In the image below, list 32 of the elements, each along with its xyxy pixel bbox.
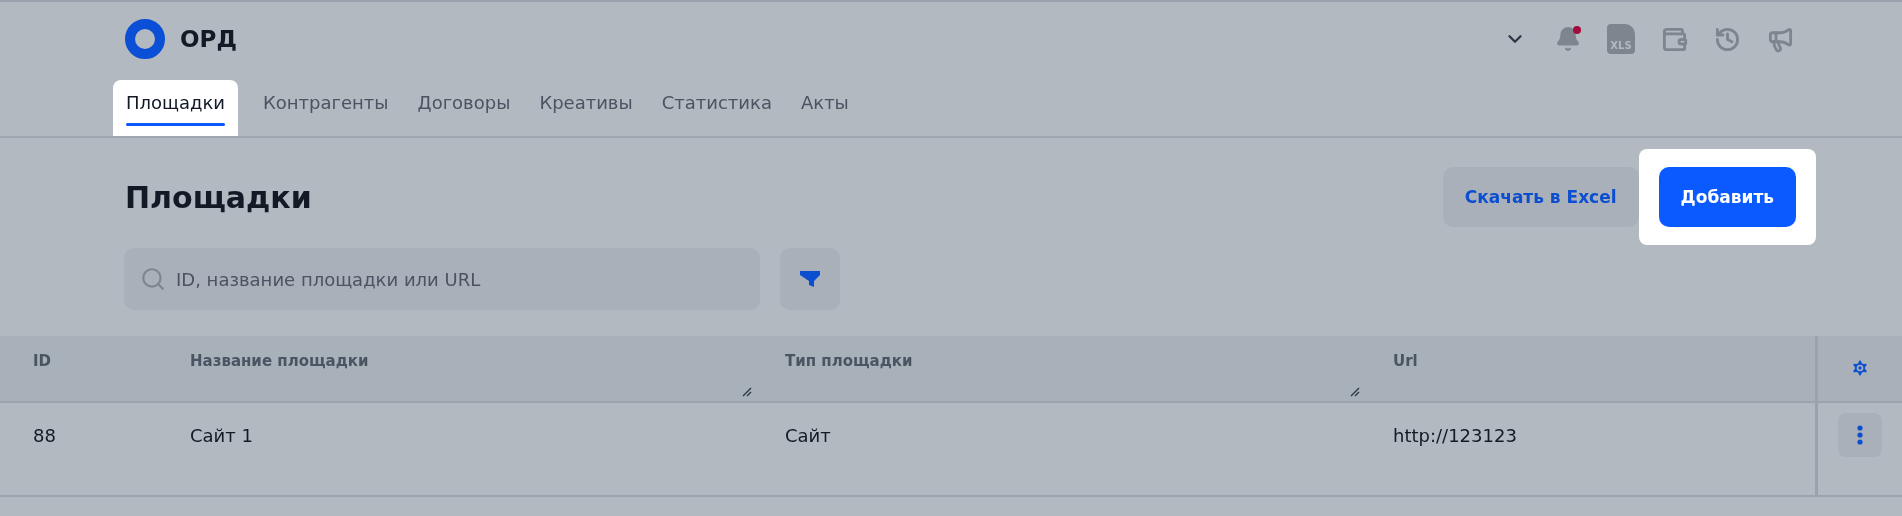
nav-tab[interactable]: Контрагенты	[250, 80, 402, 136]
nav-tab[interactable]: Договоры	[404, 80, 524, 136]
more-icon	[1857, 425, 1863, 445]
column-header: ID	[33, 352, 52, 370]
nav-tab[interactable]: Площадки	[113, 80, 239, 136]
filter-button[interactable]	[780, 248, 840, 310]
column-header: Тип площадки	[785, 352, 913, 370]
table-cell: 88	[33, 425, 56, 446]
column-header: Url	[1393, 352, 1418, 370]
search-icon	[140, 266, 166, 292]
table-cell: Сайт	[785, 425, 831, 446]
nav-tab[interactable]: Креативы	[526, 80, 646, 136]
logo-text: ОРД	[180, 26, 237, 52]
logo-icon	[125, 19, 165, 59]
resize-handle-icon[interactable]	[742, 387, 752, 397]
nav-tab[interactable]: Акты	[787, 80, 862, 136]
table-cell: http://123123	[1393, 425, 1517, 446]
table-cell: Сайт 1	[190, 425, 253, 446]
resize-handle-icon[interactable]	[1350, 387, 1360, 397]
nav-tab[interactable]: Статистика	[648, 80, 785, 136]
search-field[interactable]: ID, название площадки или URL	[124, 248, 760, 310]
megaphone-icon[interactable]	[1766, 25, 1794, 53]
wallet-icon[interactable]	[1660, 25, 1688, 53]
add-button[interactable]: Добавить	[1658, 167, 1796, 227]
download-button[interactable]: Скачать в Excel	[1442, 167, 1639, 227]
settings-icon	[1850, 358, 1870, 378]
history-icon[interactable]	[1713, 25, 1741, 53]
page-title: Площадки	[125, 179, 312, 215]
filter-icon	[799, 269, 821, 289]
column-header: Название площадки	[190, 352, 369, 370]
bell-icon[interactable]	[1554, 25, 1582, 53]
more-button[interactable]	[1838, 413, 1882, 457]
